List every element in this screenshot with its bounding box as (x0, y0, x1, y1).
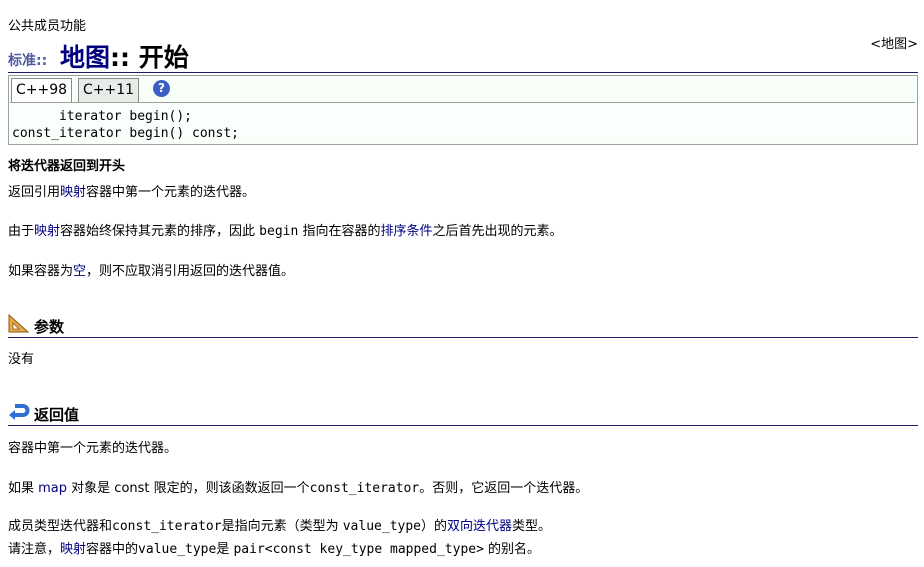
empty-link[interactable]: 空 (73, 264, 86, 279)
text: 的别名。 (483, 542, 541, 557)
map-link[interactable]: 映射 (60, 185, 86, 200)
help-icon[interactable]: ? (153, 80, 170, 97)
sort-criterion-link[interactable]: 排序条件 (380, 224, 432, 239)
code-area: iterator begin(); const_iterator begin()… (10, 102, 915, 143)
page-title: 地图:: 开始 (60, 38, 189, 74)
summary-heading: 将迭代器返回到开头 (8, 159, 126, 174)
return-paragraph: 容器中第一个元素的迭代器。 (8, 441, 178, 456)
page-title-bar: 标准:: 地图:: 开始 <地图> (8, 37, 918, 74)
text: ，则不应取消引用返回的迭代器值。 (86, 264, 295, 279)
description-paragraph: 由于映射容器始终保持其元素的排序，因此 begin 指向在容器的排序条件之后首先… (8, 220, 562, 239)
title-map-link[interactable]: 地图 (60, 43, 110, 72)
text: 容器中的 (86, 542, 139, 557)
tab-cpp11[interactable]: C++11 (78, 78, 140, 103)
text: 是 (216, 542, 234, 557)
text: 如果容器为 (8, 264, 74, 279)
code-inline: const_iterator (112, 519, 222, 534)
code-line: iterator begin(); (12, 109, 193, 124)
title-rest: :: 开始 (110, 43, 189, 72)
text: 容器中第一个元素的迭代器。 (86, 185, 256, 200)
parameters-heading: 参数 (34, 318, 65, 336)
parameters-section-header: 参数 (8, 313, 918, 338)
bidirectional-iterator-link[interactable]: 双向迭代器 (447, 519, 512, 534)
text: 成员类型迭代器和 (8, 519, 113, 534)
back-to-map-link[interactable]: <地图> (870, 33, 918, 52)
map-link[interactable]: 映射 (34, 224, 60, 239)
code-line: const_iterator begin() const; (12, 126, 239, 141)
code-inline: value_type (342, 519, 422, 534)
set-square-icon (8, 313, 30, 338)
category-label: 公共成员功能 (8, 19, 87, 34)
return-arrow-icon (8, 402, 30, 426)
text: 之后首先出现的元素。 (432, 224, 563, 239)
map-link[interactable]: map (38, 481, 67, 496)
map-link[interactable]: 映射 (60, 542, 86, 557)
code-inline: const_iterator (309, 481, 420, 496)
parameters-text: 没有 (8, 352, 35, 367)
return-paragraph: 成员类型迭代器和const_iterator是指向元素（类型为 value_ty… (8, 515, 551, 534)
text: ）的 (421, 519, 448, 534)
text: 。否则，它返回一个迭代器。 (419, 481, 589, 496)
return-paragraph: 请注意，映射容器中的value_type是 pair<const key_typ… (8, 538, 540, 557)
return-value-heading: 返回值 (34, 406, 80, 424)
namespace-label: 标准:: (8, 53, 48, 69)
text: 是指向元素（类型为 (221, 519, 343, 534)
tab-cpp98[interactable]: C++98 (11, 78, 73, 103)
text: 对象是 const 限定的，则该函数返回一个 (67, 481, 310, 496)
text: 请注意， (8, 542, 61, 557)
code-inline: value_type (138, 542, 217, 557)
description-paragraph: 返回引用映射容器中第一个元素的迭代器。 (8, 181, 255, 200)
code-inline: pair<const key_type mapped_type> (233, 542, 484, 557)
return-value-section-header: 返回值 (8, 402, 918, 426)
return-paragraph: 如果 map 对象是 const 限定的，则该函数返回一个const_itera… (8, 477, 588, 496)
text: 类型。 (512, 519, 552, 534)
text: 由于 (8, 224, 35, 239)
text: 指向在容器的 (298, 224, 381, 239)
code-inline: begin (259, 224, 299, 239)
text: 容器始终保持其元素的排序，因此 (60, 224, 260, 239)
text: 如果 (8, 481, 39, 496)
description-paragraph: 如果容器为空，则不应取消引用返回的迭代器值。 (8, 260, 294, 279)
text: 返回引用 (8, 185, 61, 200)
prototype-box: C++98 C++11 ? iterator begin(); const_it… (8, 75, 918, 145)
